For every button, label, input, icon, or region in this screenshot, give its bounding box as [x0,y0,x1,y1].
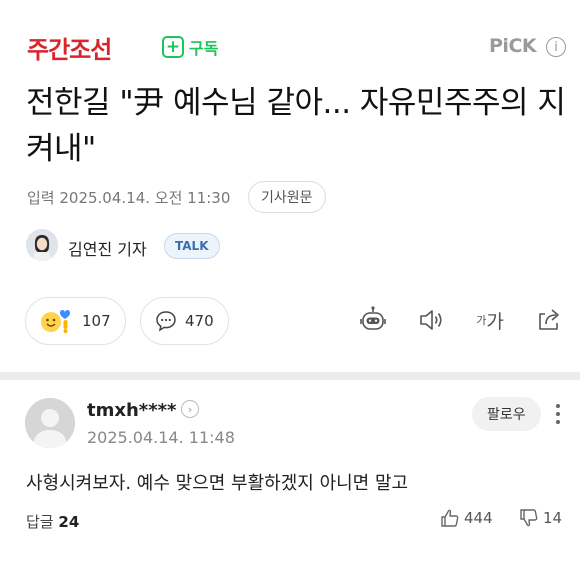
robot-summary-icon[interactable] [357,304,389,336]
comment-count: 470 [185,312,214,330]
more-options-icon[interactable] [551,399,565,429]
pick-label: PiCK [489,35,537,57]
article-title: 전한길 "尹 예수님 같아... 자유민주주의 지켜내" [26,85,566,167]
publish-date: 입력 2025.04.14. 오전 11:30 [27,189,231,207]
replies-count: 24 [58,513,80,531]
like-count: 444 [464,509,493,527]
comment-username[interactable]: tmxh**** [87,400,176,421]
plus-icon: + [162,36,184,58]
article-panel: 주간조선 + 구독 PiCK i 전한길 "尹 예수님 같아... 자유민주주의… [0,0,580,372]
like-button[interactable]: 444 [440,508,493,528]
font-size-large: 가 [486,310,504,333]
emoji-count: 107 [82,312,111,330]
reaction-button[interactable]: 107 [25,297,126,345]
font-size-button[interactable]: 가 가 [473,304,507,336]
comment-date: 2025.04.14. 11:48 [87,428,235,447]
replies-button[interactable]: 답글 24 [26,511,79,532]
speaker-icon[interactable] [415,304,447,336]
font-size-small: 가 [476,314,487,327]
follow-button[interactable]: 팔로우 [472,397,541,431]
emoji-reaction-icon [40,308,74,334]
comment-icon [155,310,177,332]
share-icon[interactable] [533,304,565,336]
comment-item: tmxh**** › 2025.04.14. 11:48 팔로우 사형시켜보자.… [0,380,580,580]
dislike-count: 14 [543,509,563,527]
talk-button[interactable]: TALK [164,233,220,259]
info-icon[interactable]: i [546,37,566,57]
replies-label: 답글 [26,513,54,531]
reporter-avatar[interactable] [26,229,58,261]
comment-button[interactable]: 470 [140,297,229,345]
section-divider [0,372,580,380]
user-avatar[interactable] [25,398,75,448]
comment-text: 사형시켜보자. 예수 맞으면 부활하겠지 아니면 말고 [26,473,409,494]
thumbs-down-icon [519,508,539,528]
dislike-button[interactable]: 14 [519,508,562,528]
thumbs-up-icon [440,508,460,528]
original-article-button[interactable]: 기사원문 [248,181,326,213]
reporter-name[interactable]: 김연진 기자 [68,236,147,260]
subscribe-button[interactable]: + 구독 [162,34,218,60]
press-logo[interactable]: 주간조선 [27,30,112,65]
chevron-right-icon[interactable]: › [181,400,199,418]
subscribe-label: 구독 [189,39,219,58]
